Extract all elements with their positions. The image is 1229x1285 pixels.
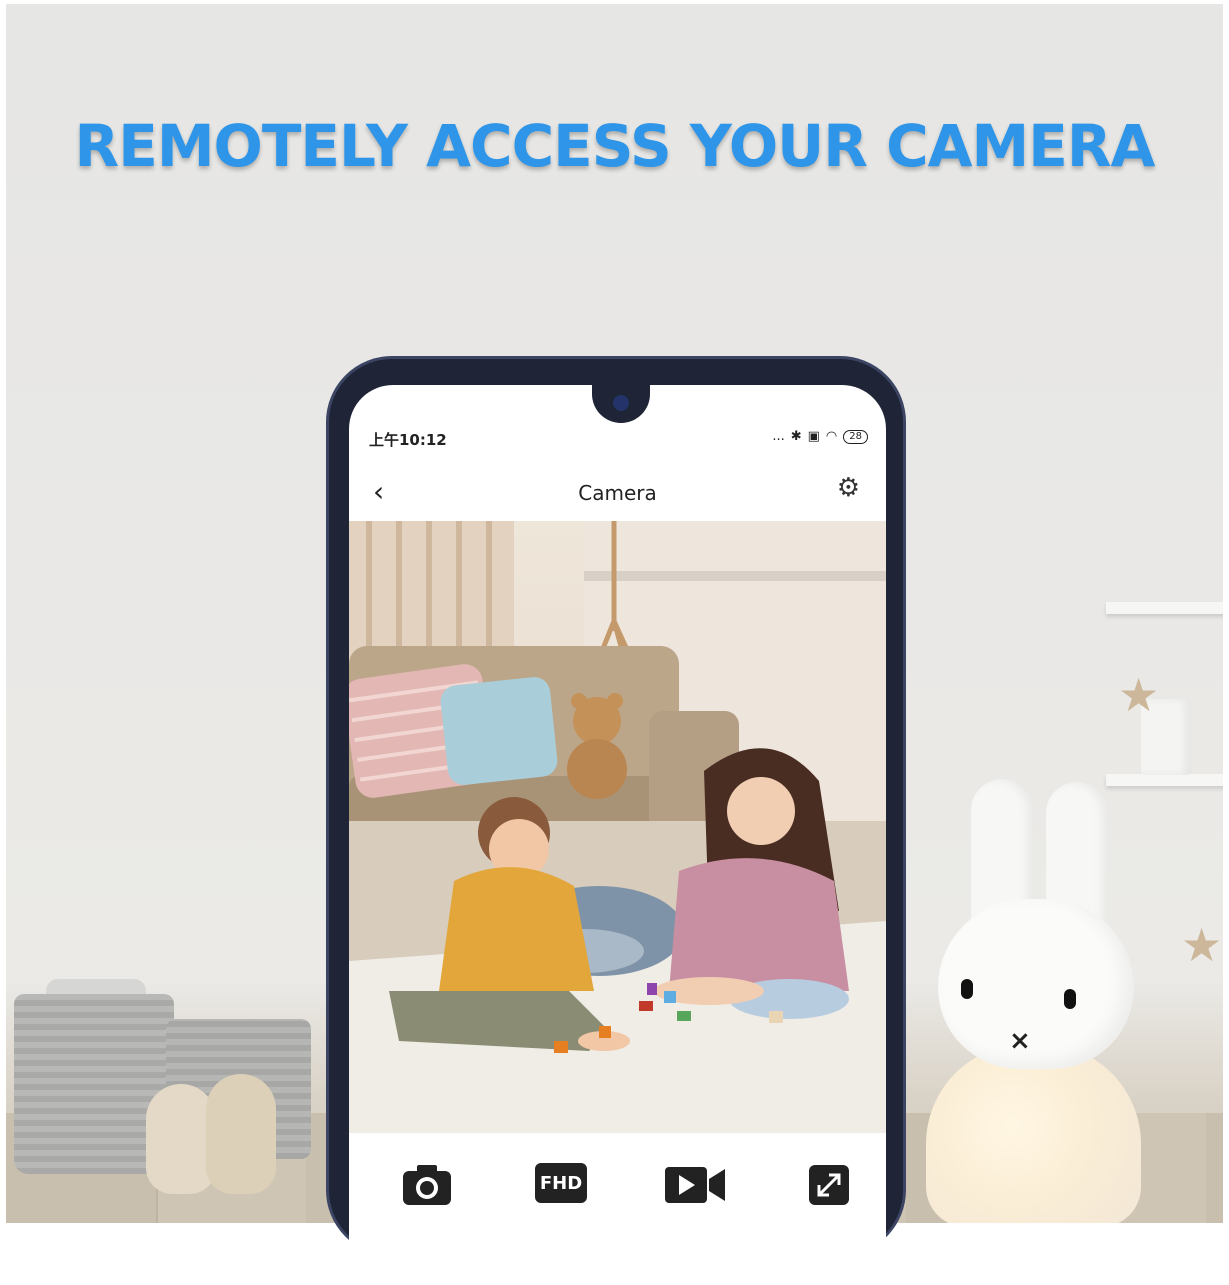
video-icon xyxy=(665,1167,725,1203)
wifi-icon: ◠ xyxy=(825,429,838,444)
bluetooth-icon: ✱ xyxy=(790,429,802,444)
status-time: 上午10:12 xyxy=(369,431,447,449)
fhd-label: FHD xyxy=(539,1172,583,1194)
fhd-icon: FHD xyxy=(535,1163,587,1203)
sim-icon: ▣ xyxy=(807,429,820,444)
bunny-eye xyxy=(961,979,973,999)
control-bar: FHD xyxy=(349,1133,886,1253)
fullscreen-button[interactable] xyxy=(807,1163,851,1211)
page-title: Camera xyxy=(578,481,657,505)
quality-button[interactable]: FHD xyxy=(535,1163,587,1203)
snapshot-button[interactable] xyxy=(401,1163,453,1211)
wall-shelf xyxy=(1106,602,1223,614)
plush-toy xyxy=(206,1074,276,1194)
smartphone: 上午10:12 ... ✱ ▣ ◠ 28 ‹ Camera ⚙ FHD xyxy=(326,356,906,1285)
headline: REMOTELY ACCESS YOUR CAMERA xyxy=(74,112,1156,180)
bunny-eye xyxy=(1064,989,1076,1009)
dots-icon: ... xyxy=(772,429,785,444)
star-ornament: ★ xyxy=(1181,918,1223,972)
camera-live-feed[interactable] xyxy=(349,521,886,1133)
bunny-mouth: × xyxy=(1009,1026,1031,1056)
wall-shelf xyxy=(1106,774,1223,786)
phone-screen: 上午10:12 ... ✱ ▣ ◠ 28 ‹ Camera ⚙ FHD xyxy=(349,385,886,1285)
bunny-lamp-body xyxy=(926,1044,1141,1223)
camera-icon xyxy=(403,1165,451,1205)
record-button[interactable] xyxy=(663,1165,727,1209)
star-ornament: ★ xyxy=(1118,668,1160,722)
nursery-feed-image xyxy=(349,521,886,1133)
expand-icon xyxy=(809,1165,849,1205)
gear-icon[interactable]: ⚙ xyxy=(837,473,860,503)
status-icons: ... ✱ ▣ ◠ 28 xyxy=(772,429,868,444)
battery-icon: 28 xyxy=(843,429,868,444)
front-camera-lens xyxy=(613,395,629,411)
